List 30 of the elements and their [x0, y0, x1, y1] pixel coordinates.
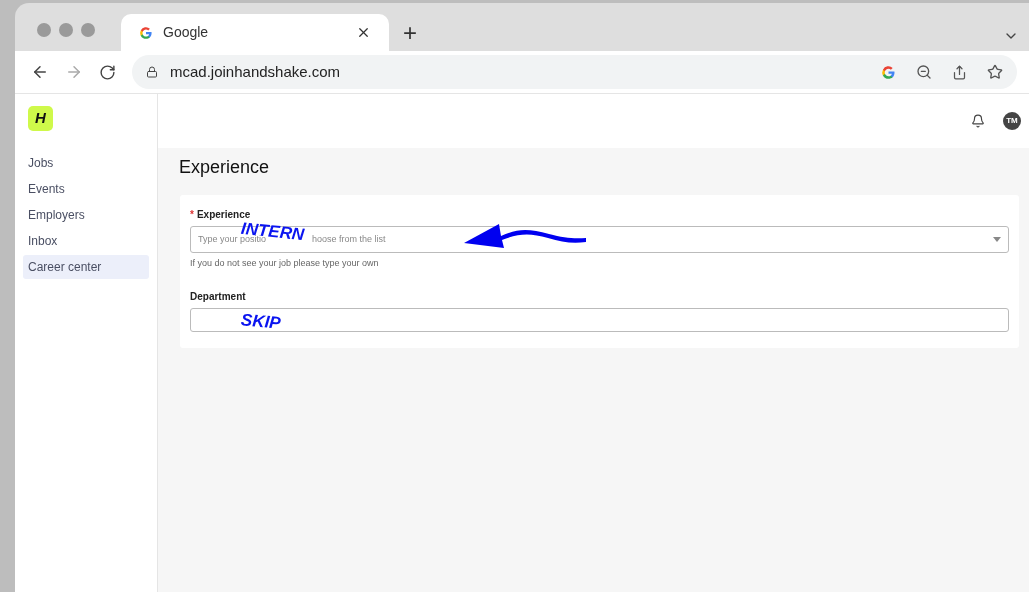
sidebar-item[interactable]: Events	[23, 177, 149, 201]
back-icon[interactable]	[31, 63, 49, 81]
reload-icon[interactable]	[99, 63, 116, 81]
sidebar-item[interactable]: Career center	[23, 255, 149, 279]
zoom-out-icon[interactable]	[916, 64, 932, 80]
avatar[interactable]: TM	[1003, 112, 1021, 130]
placeholder-text: hoose from the list	[312, 232, 386, 246]
field-label: * Experience	[190, 208, 252, 222]
sidebar-item[interactable]: Inbox	[23, 229, 149, 253]
input-field[interactable]: SKIP	[190, 307, 1009, 332]
bell-icon[interactable]	[971, 114, 985, 128]
app-logo[interactable]: H	[28, 106, 53, 131]
google-logo-icon	[881, 64, 896, 80]
sidebar-item[interactable]: Jobs	[23, 151, 149, 175]
star-icon[interactable]	[987, 64, 1003, 80]
share-icon[interactable]	[952, 64, 967, 80]
new-tab-button[interactable]: +	[403, 21, 417, 45]
handwritten-annotation: SKIP	[239, 308, 282, 335]
field-label: Department	[190, 289, 247, 304]
sidebar-item[interactable]: Employers	[23, 203, 149, 227]
page-title: Experience	[179, 156, 271, 179]
tab-title: Google	[163, 23, 210, 42]
url-text: mcad.joinhandshake.com	[170, 61, 342, 82]
browser-tab[interactable]: Google	[121, 14, 389, 51]
caret-down-icon	[993, 237, 1001, 242]
field-hint: If you do not see your job please type your own	[190, 257, 380, 270]
google-logo-icon	[139, 25, 153, 40]
address-bar[interactable]: mcad.joinhandshake.com	[132, 55, 1017, 89]
close-icon[interactable]	[356, 25, 371, 40]
lock-icon	[146, 66, 158, 78]
